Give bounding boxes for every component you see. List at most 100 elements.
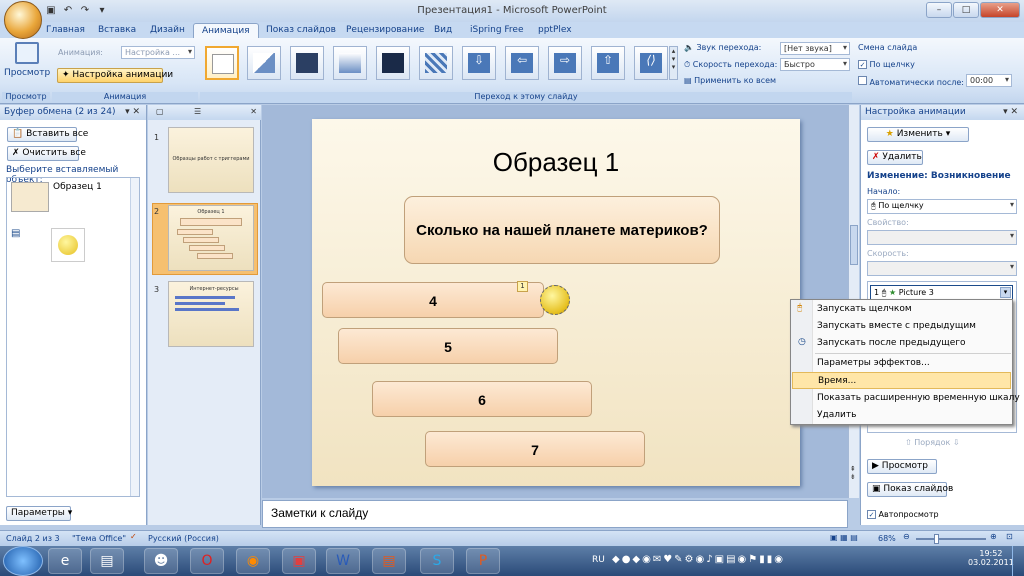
clipboard-image-item[interactable] (51, 228, 85, 262)
speed-select[interactable]: Быстро (780, 58, 850, 71)
close-icon[interactable]: ▾ ✕ (125, 107, 140, 117)
transition-7[interactable]: ⇩ (462, 46, 496, 80)
outline-tab-icon[interactable]: ☰ (194, 107, 201, 116)
word-icon[interactable]: W (326, 548, 360, 574)
view-buttons[interactable]: ▣ ▦ ▤ (830, 533, 858, 542)
preview-button[interactable]: Просмотр (4, 42, 50, 88)
menu-item-start-on-click[interactable]: 🖰 Запускать щелчком (792, 301, 1011, 318)
fit-window-icon[interactable]: ⊡ (1006, 532, 1013, 541)
transition-11[interactable]: ⟨⟩ (634, 46, 668, 80)
remove-effect-button[interactable]: ✗ Удалить (867, 150, 923, 165)
people-icon[interactable]: ☻ (144, 548, 178, 574)
slideshow-button[interactable]: ▣ Показ слайдов (867, 482, 953, 497)
tab-pptplex[interactable]: pptPlex (530, 23, 580, 38)
sound-select[interactable]: [Нет звука] (780, 42, 850, 55)
spellcheck-icon[interactable]: ✓ (130, 532, 137, 541)
animation-select[interactable]: Настройка ... (121, 46, 195, 59)
clipboard-params-button[interactable]: Параметры ▾ (6, 506, 72, 521)
office-button[interactable] (4, 1, 42, 39)
zoom-out-icon[interactable]: ⊖ (903, 532, 910, 541)
smiley-icon[interactable] (540, 285, 570, 315)
menu-item-after-previous[interactable]: ◷ Запускать после предыдущего (792, 335, 1011, 352)
transition-none[interactable] (205, 46, 239, 80)
apply-all-button[interactable]: ▤ Применить ко всем (684, 76, 776, 85)
tray-icons[interactable]: ◆●◆◉✉♥✎⚙◉♪▣▤◉⚑▮▮◉ (612, 554, 785, 565)
app-icon[interactable]: ▣ (282, 548, 316, 574)
tab-design[interactable]: Дизайн (142, 23, 193, 38)
menu-item-show-timeline[interactable]: Показать расширенную временную шкалу (792, 390, 1020, 407)
change-effect-button[interactable]: ★ Изменить ▾ (867, 127, 969, 142)
autopreview-checkbox[interactable]: ✓ Автопросмотр (867, 510, 939, 519)
zoom-level[interactable]: 68% (878, 534, 896, 543)
status-language[interactable]: Русский (Россия) (148, 534, 219, 543)
start-select[interactable]: 🖰 По щелчку (867, 199, 1017, 214)
answer-6[interactable]: 6 (372, 381, 592, 417)
explorer-icon[interactable]: ▤ (90, 548, 124, 574)
tab-insert[interactable]: Вставка (90, 23, 144, 38)
start-button[interactable] (3, 546, 43, 576)
tab-view[interactable]: Вид (426, 23, 460, 38)
animation-order-tag[interactable]: 1 (517, 281, 528, 292)
close-button[interactable]: ✕ (980, 2, 1020, 18)
tab-animation[interactable]: Анимация (193, 23, 259, 38)
slide-thumbnail-1[interactable]: Образцы работ с триггерами (168, 127, 254, 193)
arrow-down-icon[interactable]: ⇩ (953, 438, 960, 447)
transition-9[interactable]: ⇨ (548, 46, 582, 80)
skype-icon[interactable]: S (420, 548, 454, 574)
powerpoint-icon[interactable]: ▤ (372, 548, 406, 574)
slide-thumbnail-3[interactable]: Интернет-ресурсы (168, 281, 254, 347)
transition-10[interactable]: ⇧ (591, 46, 625, 80)
transition-4[interactable] (333, 46, 367, 80)
menu-item-with-previous[interactable]: Запускать вместе с предыдущим (792, 318, 1011, 335)
clipboard-item-thumb[interactable] (11, 182, 49, 212)
tab-ispring[interactable]: iSpring Free (462, 23, 532, 38)
ie-icon[interactable]: e (48, 548, 82, 574)
tab-review[interactable]: Рецензирование (338, 23, 432, 38)
answer-4[interactable]: 4 (322, 282, 544, 318)
play-button[interactable]: ▶ Просмотр (867, 459, 937, 474)
transition-5[interactable] (376, 46, 410, 80)
tab-slideshow[interactable]: Показ слайдов (258, 23, 344, 38)
clipboard-scrollbar[interactable] (130, 178, 139, 496)
zoom-slider-thumb[interactable] (934, 534, 939, 544)
chevron-down-icon[interactable]: ▾ (1000, 287, 1011, 298)
question-box[interactable]: Сколько на нашей планете материков? (404, 196, 720, 264)
language-indicator[interactable]: RU (592, 555, 605, 565)
answer-7[interactable]: 7 (425, 431, 645, 467)
auto-time-input[interactable]: 00:00 (966, 74, 1012, 87)
scroll-thumb[interactable] (850, 225, 858, 265)
on-click-checkbox[interactable]: ✓ По щелчку (858, 60, 915, 69)
zoom-in-icon[interactable]: ⊕ (990, 532, 997, 541)
opera-icon[interactable]: O (190, 548, 224, 574)
prev-next-slide-icons[interactable]: ⇞ ⇟ (850, 465, 856, 481)
show-desktop-button[interactable] (1012, 546, 1024, 576)
animation-list-item[interactable]: 1 🖰 ★ Picture 3 ▾ (870, 285, 1013, 300)
tab-home[interactable]: Главная (38, 23, 93, 38)
slide-thumbnail-2[interactable]: Образец 1 (168, 205, 254, 271)
gallery-scroll[interactable]: ▴ ▾ ▾ (669, 46, 678, 80)
maximize-button[interactable]: □ (953, 2, 979, 18)
minimize-button[interactable]: – (926, 2, 952, 18)
menu-item-remove[interactable]: Удалить (792, 407, 1011, 424)
transition-3[interactable] (290, 46, 324, 80)
answer-5[interactable]: 5 (338, 328, 558, 364)
clear-all-button[interactable]: ✗ Очистить все (7, 146, 86, 161)
clipboard-item-label[interactable]: Образец 1 (53, 182, 102, 192)
notes-pane[interactable]: Заметки к слайду (262, 500, 848, 528)
slides-tab-icon[interactable]: ▢ (156, 107, 164, 116)
slide-title[interactable]: Образец 1 (312, 147, 800, 178)
clock[interactable]: 19:52 03.02.2011 (968, 549, 1014, 567)
transition-6[interactable] (419, 46, 453, 80)
arrow-up-icon[interactable]: ⇧ (905, 438, 912, 447)
auto-after-checkbox[interactable]: Автоматически после: (858, 76, 964, 87)
transition-2[interactable] (247, 46, 281, 80)
custom-animation-button[interactable]: ✦ Настройка анимации (57, 68, 173, 83)
menu-item-effect-options[interactable]: Параметры эффектов... (792, 355, 1011, 372)
menu-item-timing[interactable]: Время... (792, 372, 1011, 389)
transition-8[interactable]: ⇦ (505, 46, 539, 80)
zoom-slider[interactable] (916, 534, 986, 544)
powerpoint-window-icon[interactable]: P (466, 548, 500, 574)
close-icon[interactable]: ▾ ✕ (1003, 107, 1018, 117)
firefox-icon[interactable]: ◉ (236, 548, 270, 574)
close-icon[interactable]: ✕ (250, 107, 257, 116)
